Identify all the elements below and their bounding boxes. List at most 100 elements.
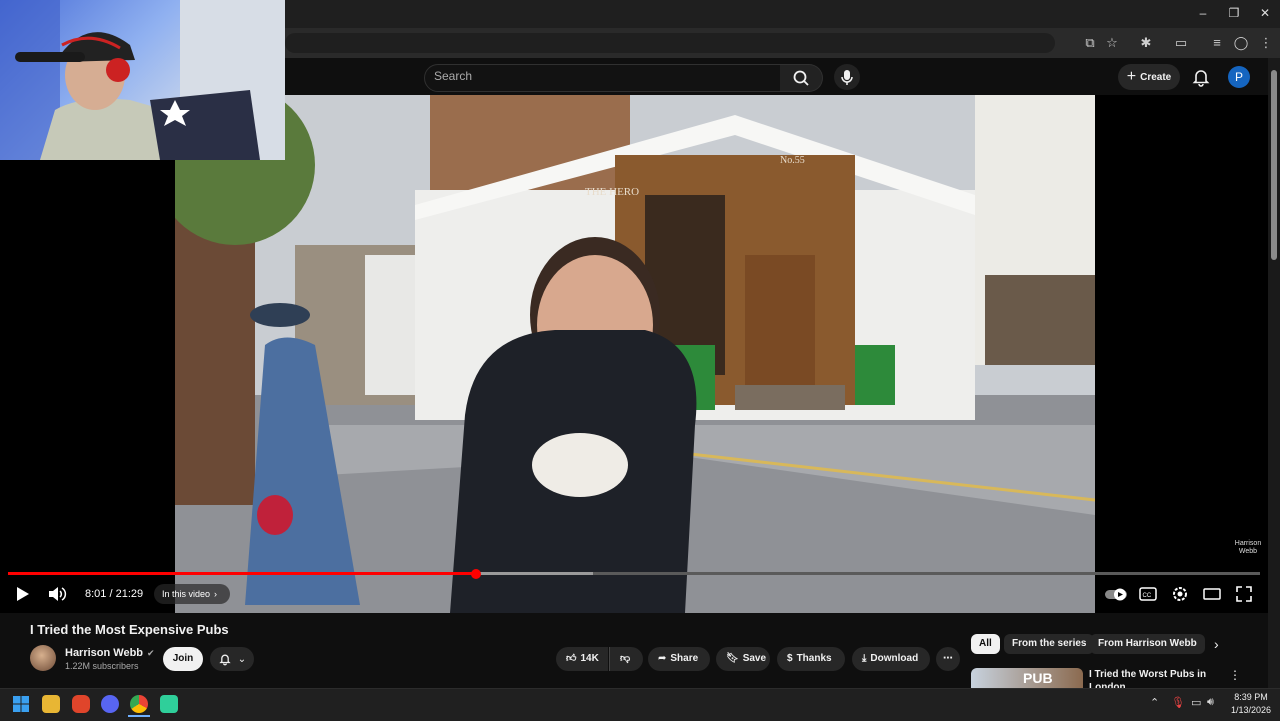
volume-button[interactable] [46,584,68,604]
share-button[interactable]: ➦ Share [648,647,710,671]
recommendation-menu-icon[interactable]: ⋮ [1229,668,1241,682]
time-display: 8:01 / 21:29 [85,588,144,600]
discord-icon[interactable] [101,695,119,713]
theater-mode-button[interactable] [1202,584,1222,604]
recommendation-thumb-text: PUB [1023,670,1053,686]
clock-date[interactable]: 1/13/2026 [1226,705,1276,715]
volume-icon [49,587,67,601]
pub-number-text: No.55 [780,155,805,166]
captions-button[interactable]: CC [1138,584,1158,604]
profile-icon[interactable]: ◯ [1231,33,1251,53]
channel-avatar[interactable] [30,645,56,671]
chips-next-icon[interactable]: › [1214,636,1219,652]
scrollbar-thumb[interactable] [1271,70,1277,260]
voice-search-button[interactable] [834,64,860,90]
windows-start-icon[interactable] [12,695,30,713]
bookmark-star-icon[interactable]: ☆ [1102,33,1122,53]
like-button[interactable]: 👍︎ 14K [556,647,608,671]
bell-icon [219,654,231,666]
join-button[interactable]: Join [163,647,203,671]
in-this-video-button[interactable]: In this video › [154,584,230,604]
active-app-indicator [128,715,150,717]
like-count: 14K [580,653,599,664]
channel-name[interactable]: Harrison Webb ✔ [65,647,155,659]
channel-name-label: Harrison Webb [65,647,144,659]
play-icon [17,587,29,601]
share-icon: ➦ [658,653,667,664]
captions-icon: CC [1139,587,1157,601]
svg-text:CC: CC [1143,593,1152,599]
notifications-button[interactable] [1190,66,1212,88]
gear-icon [1173,587,1187,601]
channel-watermark: Harrison Webb [1234,540,1262,555]
search-input[interactable] [424,64,782,92]
chrome-icon[interactable] [130,695,148,713]
file-explorer-icon[interactable] [42,695,60,713]
fullscreen-icon [1236,586,1252,602]
search-icon [793,70,809,86]
webcam-image [0,0,285,160]
fullscreen-button[interactable] [1234,584,1254,604]
theater-icon [1203,588,1221,600]
recommendation-title[interactable]: I Tried the Worst Pubs in London [1089,668,1229,688]
minimize-button[interactable]: – [1188,6,1218,20]
account-avatar[interactable]: P [1228,66,1250,88]
chevron-right-icon: › [214,589,218,599]
more-actions-button[interactable]: ⋯ [936,647,960,671]
download-label: Download [870,653,919,664]
bell-icon [1192,70,1210,87]
play-button[interactable] [12,584,32,604]
thumbs-down-icon: 👎︎ [620,653,631,664]
save-label: Save [742,653,767,664]
share-label: Share [670,653,699,664]
windows-taskbar [0,688,1280,721]
chip-all[interactable]: All [971,634,1000,654]
app-icon[interactable] [160,695,178,713]
extensions-icon[interactable]: ✱ [1136,33,1156,53]
create-label: Create [1140,71,1172,83]
chevron-down-icon: ⌄ [237,653,247,665]
restore-button[interactable]: ❐ [1219,6,1249,20]
more-icon: ⋯ [943,653,953,664]
dislike-button[interactable]: 👎︎ [609,647,643,671]
clock-time[interactable]: 8:39 PM [1226,692,1276,702]
thanks-label: Thanks [796,653,832,664]
close-button[interactable]: ✕ [1250,6,1280,20]
address-field[interactable] [285,33,1055,53]
network-icon[interactable]: ▭ [1191,696,1201,709]
search-placeholder: Search [434,69,473,83]
video-frame-image: THE HERO No.55 [175,95,1095,613]
verified-icon: ✔ [147,647,155,658]
pub-sign-text: THE HERO [585,186,639,198]
chip-from-channel[interactable]: From Harrison Webb [1090,634,1205,654]
settings-button[interactable] [1170,584,1190,604]
search-button[interactable] [780,64,823,92]
video-frame[interactable]: THE HERO No.55 [175,95,1095,613]
create-button[interactable]: + Create [1118,64,1180,90]
thumbs-up-icon: 👍︎ [566,653,577,664]
subscription-notification-button[interactable]: ⌄ [210,647,254,671]
autoplay-icon [1105,588,1127,601]
install-app-icon[interactable]: ⧉ [1080,33,1100,53]
thanks-button[interactable]: $ Thanks [777,647,845,671]
speaker-icon[interactable]: 🔊︎ [1207,696,1214,709]
cast-icon[interactable]: ▭ [1171,33,1191,53]
media-control-icon[interactable]: ≡ [1207,33,1227,53]
microphone-icon [841,70,853,85]
browser-menu-icon[interactable]: ⋮ [1256,33,1276,53]
bookmark-icon: 🔖︎ [726,653,739,664]
autoplay-toggle[interactable] [1104,584,1128,604]
download-button[interactable]: ⤓ Download [852,647,930,671]
brave-browser-icon[interactable] [72,695,90,713]
webcam-overlay [0,0,285,160]
video-title: I Tried the Most Expensive Pubs [30,622,229,637]
save-button[interactable]: 🔖︎ Save [716,647,770,671]
subscriber-count: 1.22M subscribers [65,661,139,671]
plus-icon: + [1126,68,1137,85]
microphone-tray-icon[interactable]: 🎙︎ [1171,696,1185,709]
tray-overflow-icon[interactable]: ⌃ [1150,696,1159,709]
progress-played [8,572,477,575]
recommendation-thumbnail[interactable]: PUB [971,668,1083,688]
download-icon: ⤓ [862,653,867,664]
chip-from-series[interactable]: From the series [1004,634,1095,654]
